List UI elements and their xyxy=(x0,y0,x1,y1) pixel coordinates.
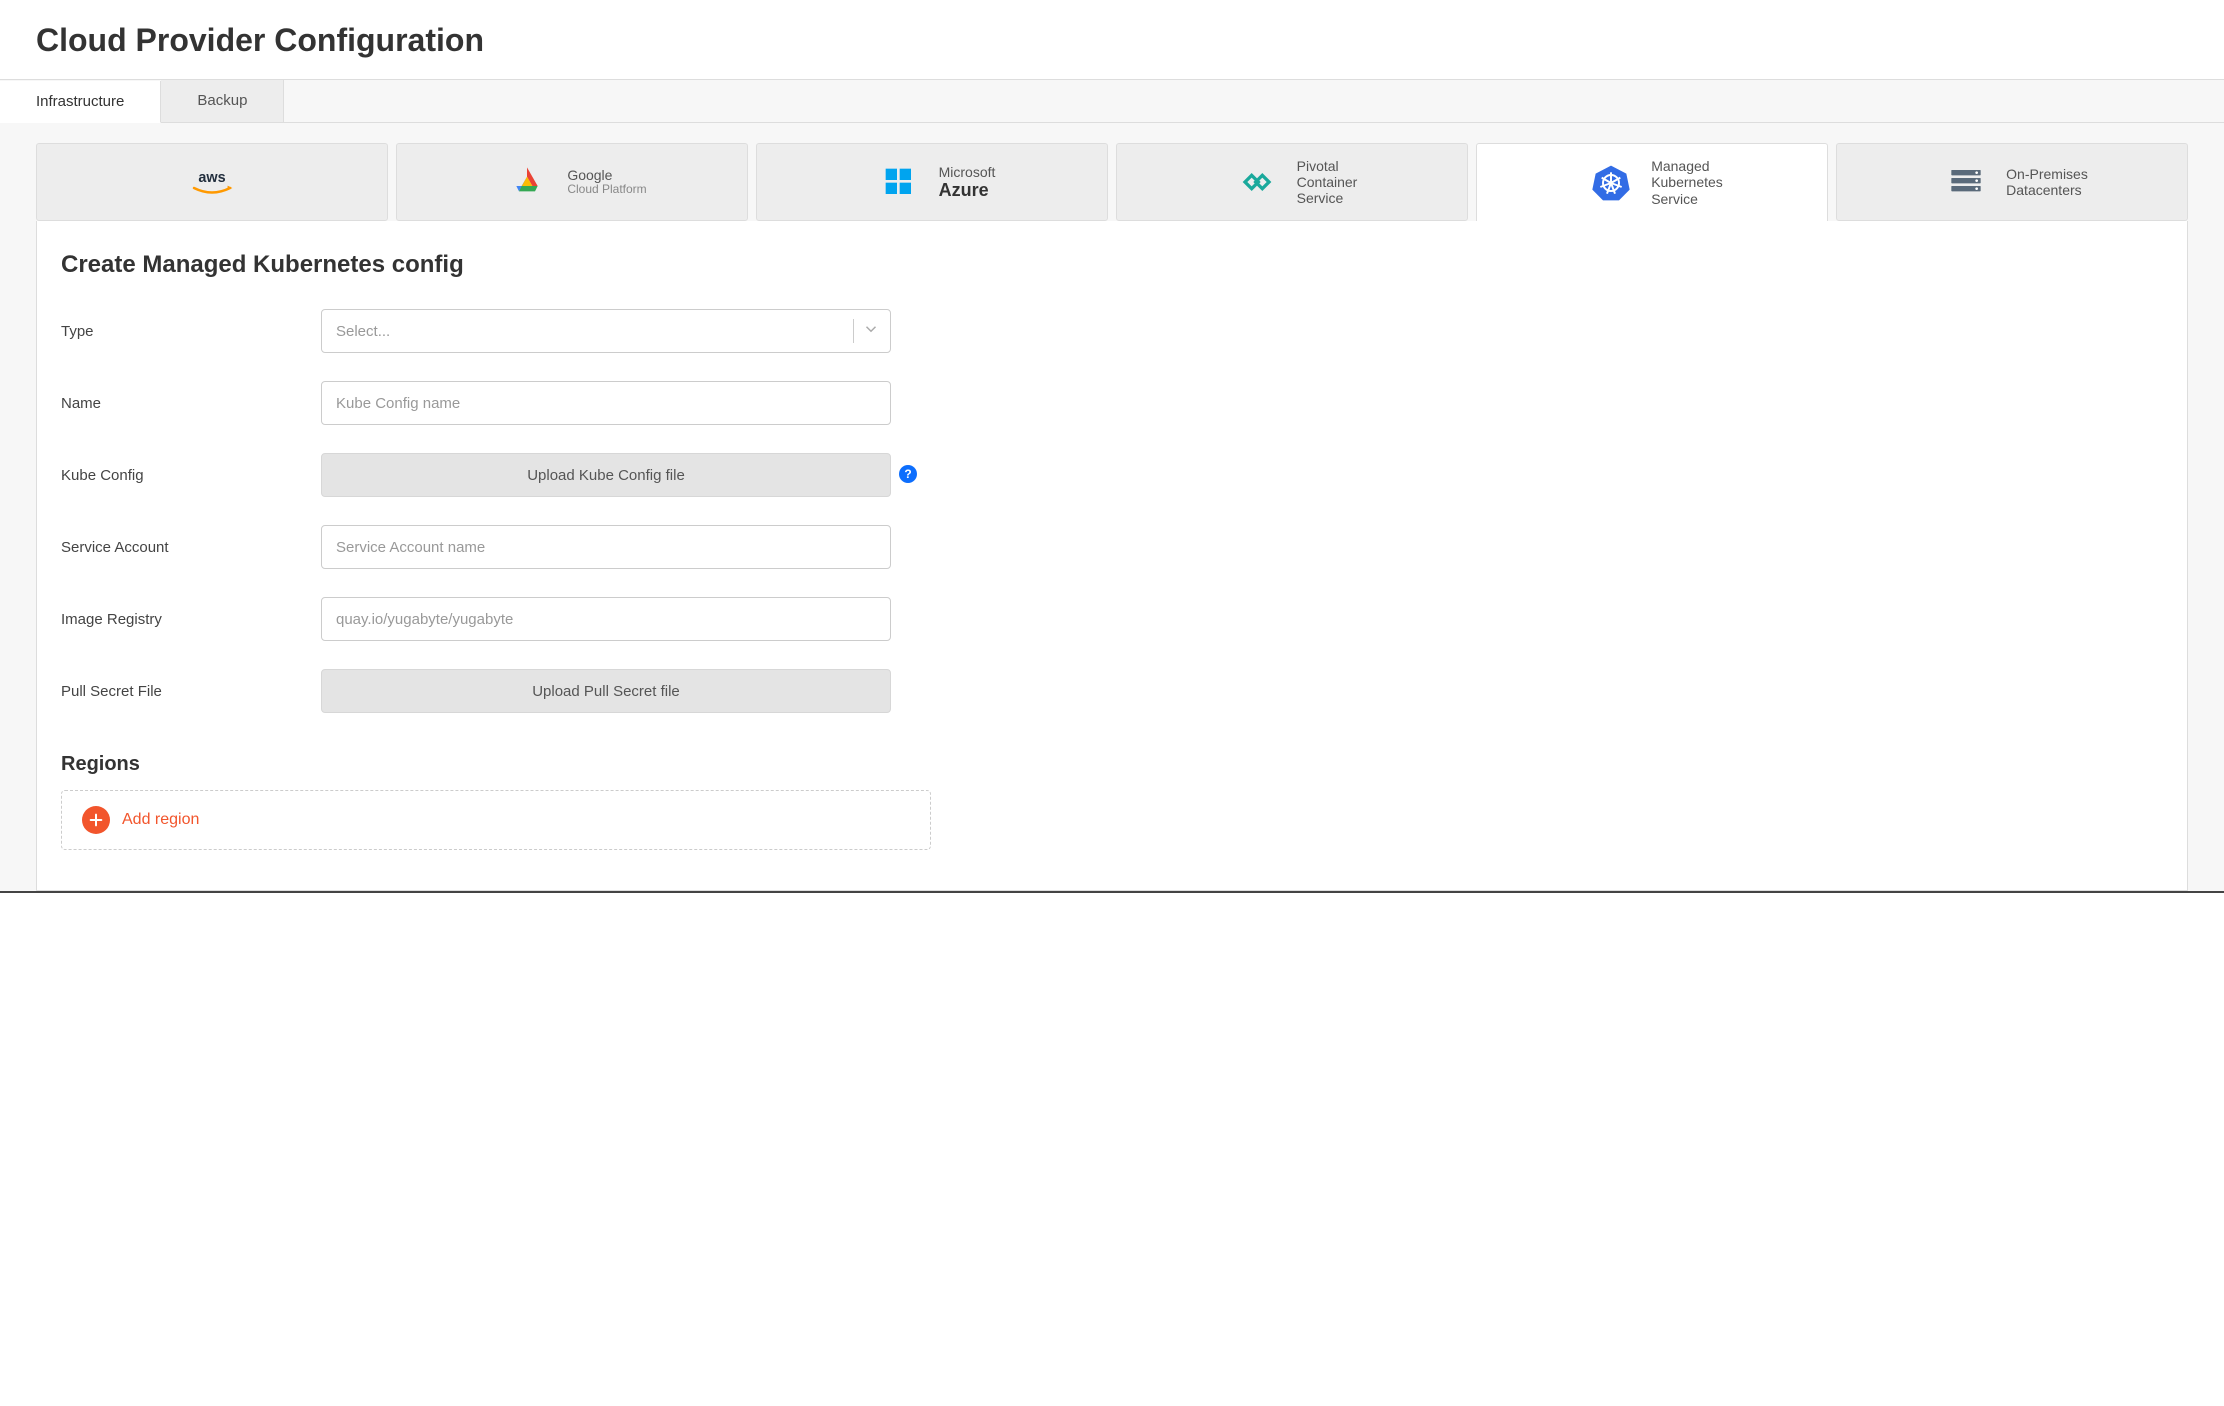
provider-tab-aws[interactable]: aws xyxy=(36,143,388,221)
provider-sublabel: Cloud Platform xyxy=(567,183,646,197)
provider-tab-pks[interactable]: Pivotal Container Service xyxy=(1116,143,1468,221)
kubernetes-logo-icon xyxy=(1581,163,1641,203)
aws-logo-icon: aws xyxy=(182,162,242,202)
page-title: Cloud Provider Configuration xyxy=(36,22,2224,59)
pull-secret-label: Pull Secret File xyxy=(61,683,321,700)
provider-sublabel: Container xyxy=(1297,174,1358,190)
provider-label: Managed xyxy=(1651,158,1723,174)
provider-label: Pivotal xyxy=(1297,158,1358,174)
provider-sublabel: Datacenters xyxy=(2006,182,2088,198)
image-registry-label: Image Registry xyxy=(61,611,321,628)
help-icon[interactable]: ? xyxy=(899,465,917,483)
regions-heading: Regions xyxy=(61,753,2163,776)
provider-sublabel: Kubernetes xyxy=(1651,174,1723,190)
provider-tab-azure[interactable]: Microsoft Azure xyxy=(756,143,1108,221)
provider-tab-onprem[interactable]: On-Premises Datacenters xyxy=(1836,143,2188,221)
form-title: Create Managed Kubernetes config xyxy=(61,251,2163,279)
provider-label: Microsoft xyxy=(939,164,996,180)
service-account-input[interactable] xyxy=(321,525,891,569)
provider-tabs: aws Goog xyxy=(18,123,2206,221)
config-form-panel: Create Managed Kubernetes config Type Se… xyxy=(36,221,2188,891)
provider-label: Google xyxy=(567,167,646,183)
name-input[interactable] xyxy=(321,381,891,425)
add-region-button[interactable]: Add region xyxy=(61,790,931,850)
pks-logo-icon xyxy=(1227,162,1287,202)
chevron-down-icon xyxy=(862,320,880,343)
provider-sublabel2: Service xyxy=(1297,190,1358,206)
tab-backup[interactable]: Backup xyxy=(161,80,284,122)
provider-label: On-Premises xyxy=(2006,166,2088,182)
server-rack-icon xyxy=(1936,162,1996,202)
type-label: Type xyxy=(61,323,321,340)
type-select[interactable]: Select... xyxy=(321,309,891,353)
add-region-label: Add region xyxy=(122,811,199,829)
svg-text:aws: aws xyxy=(198,170,225,186)
provider-sublabel: Azure xyxy=(939,180,996,201)
kubeconfig-label: Kube Config xyxy=(61,467,321,484)
provider-tab-gcp[interactable]: Google Cloud Platform xyxy=(396,143,748,221)
upload-kubeconfig-button[interactable]: Upload Kube Config file xyxy=(321,453,891,497)
name-label: Name xyxy=(61,395,321,412)
gcp-logo-icon xyxy=(497,162,557,202)
main-tabbar: Infrastructure Backup xyxy=(0,79,2224,123)
tab-infrastructure[interactable]: Infrastructure xyxy=(0,81,161,123)
upload-pull-secret-button[interactable]: Upload Pull Secret file xyxy=(321,669,891,713)
select-divider xyxy=(853,319,854,343)
plus-icon xyxy=(82,806,110,834)
provider-tab-mks[interactable]: Managed Kubernetes Service xyxy=(1476,143,1828,221)
type-placeholder: Select... xyxy=(336,323,390,340)
azure-logo-icon xyxy=(869,162,929,202)
provider-sublabel2: Service xyxy=(1651,191,1723,207)
service-account-label: Service Account xyxy=(61,539,321,556)
image-registry-input[interactable] xyxy=(321,597,891,641)
